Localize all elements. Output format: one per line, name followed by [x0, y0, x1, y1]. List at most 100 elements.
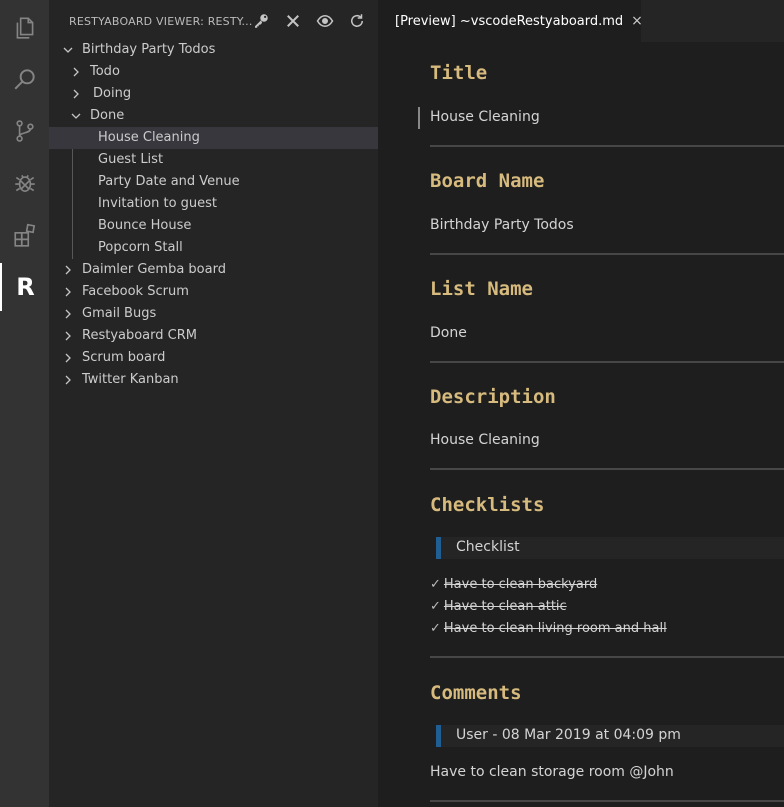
tree-item-daimler-gemba-board[interactable]: Daimler Gemba board [49, 259, 378, 281]
comments-heading: Comments [430, 682, 522, 704]
tree-item-label: Birthday Party Todos [82, 42, 216, 57]
comment-text: Have to clean storage room @John [430, 764, 674, 780]
chevron-down-icon [71, 113, 81, 119]
checklist-title-block: Checklist [436, 537, 784, 559]
chevron-right-icon [65, 331, 71, 341]
tree-item-done[interactable]: Done [49, 105, 378, 127]
board-name-value: Birthday Party Todos [430, 217, 574, 233]
tree-item-todo[interactable]: Todo [49, 61, 378, 83]
tab-bar: [Preview] ~vscodeRestyaboard.md × [378, 0, 784, 42]
chevron-right-icon [73, 67, 79, 77]
tree-item-house-cleaning[interactable]: House Cleaning [49, 127, 378, 149]
tree-item-label: Invitation to guest [98, 196, 218, 211]
refresh-icon [351, 14, 363, 27]
check-icon: ✓ [430, 621, 441, 636]
checklists-heading: Checklists [430, 494, 545, 516]
files-icon [16, 17, 33, 39]
debug-button[interactable] [0, 159, 49, 207]
key-button[interactable] [245, 10, 277, 32]
tree-item-scrum-board[interactable]: Scrum board [49, 347, 378, 369]
extensions-icon [13, 223, 35, 247]
board-tree: Birthday Party Todos Todo Doing Done Hou… [49, 39, 378, 391]
tree-item-label: Twitter Kanban [82, 372, 179, 387]
selection-marker [418, 107, 420, 129]
search-button[interactable] [0, 55, 49, 103]
check-icon: ✓ [430, 577, 441, 592]
view-button[interactable] [309, 10, 341, 32]
description-value: House Cleaning [430, 432, 540, 448]
sidebar-title: RESTYABOARD VIEWER: RESTY... [69, 14, 253, 28]
checklist-item-text: Have to clean living room and hall [443, 621, 667, 636]
chevron-right-icon [73, 89, 79, 99]
editor: [Preview] ~vscodeRestyaboard.md × Title … [378, 0, 784, 807]
description-heading: Description [430, 386, 556, 408]
eye-icon [316, 14, 334, 28]
extensions-button[interactable] [0, 211, 49, 259]
list-name-heading: List Name [430, 278, 533, 300]
list-name-value: Done [430, 325, 467, 341]
tree-item-label: Bounce House [98, 218, 192, 233]
tree-item-label: Scrum board [82, 350, 166, 365]
title-value: House Cleaning [430, 109, 540, 125]
checklist-item-text: Have to clean backyard [443, 577, 598, 592]
comment-author: User - 08 Mar 2019 at 04:09 pm [456, 727, 681, 743]
restyaboard-icon: R [16, 273, 35, 301]
chevron-down-icon [63, 47, 73, 53]
debug-icon [14, 174, 35, 192]
comment-author-block: User - 08 Mar 2019 at 04:09 pm [436, 725, 784, 747]
chevron-right-icon [65, 287, 71, 297]
explorer-button[interactable] [0, 4, 49, 52]
tree-item-birthday-party-todos[interactable]: Birthday Party Todos [49, 39, 378, 61]
divider [430, 800, 784, 802]
checklist-item-text: Have to clean attic [443, 599, 567, 614]
chevron-right-icon [65, 353, 71, 363]
check-icon: ✓ [430, 599, 441, 614]
tree-item-gmail-bugs[interactable]: Gmail Bugs [49, 303, 378, 325]
divider [430, 253, 784, 255]
tree-item-label: Restyaboard CRM [82, 328, 197, 343]
tab-label: [Preview] ~vscodeRestyaboard.md [395, 13, 624, 29]
tree-item-label: Gmail Bugs [82, 306, 157, 321]
tree-item-label: Facebook Scrum [82, 284, 189, 299]
divider [430, 361, 784, 363]
divider [430, 468, 784, 470]
tree-item-label: Popcorn Stall [98, 240, 183, 255]
divider [430, 145, 784, 147]
sidebar: RESTYABOARD VIEWER: RESTY... Birthday Pa… [49, 0, 378, 807]
tree-item-invitation-to-guest[interactable]: Invitation to guest [49, 193, 378, 215]
board-name-heading: Board Name [430, 170, 545, 192]
refresh-button[interactable] [341, 10, 373, 32]
tree-item-label: Done [90, 108, 125, 123]
tree-item-label: Daimler Gemba board [82, 262, 226, 277]
tree-item-twitter-kanban[interactable]: Twitter Kanban [49, 369, 378, 391]
title-heading: Title [430, 62, 488, 84]
tab-preview[interactable]: [Preview] ~vscodeRestyaboard.md × [378, 0, 643, 42]
tree-item-label: Doing [93, 86, 132, 101]
tree-item-guest-list[interactable]: Guest List [49, 149, 378, 171]
tree-item-label: Party Date and Venue [98, 174, 240, 189]
sidebar-header: RESTYABOARD VIEWER: RESTY... [49, 0, 378, 42]
tree-item-facebook-scrum[interactable]: Facebook Scrum [49, 281, 378, 303]
tree-item-label: House Cleaning [98, 130, 200, 145]
close-icon [287, 15, 299, 27]
tree-item-doing[interactable]: Doing [49, 83, 378, 105]
divider [430, 656, 784, 658]
tree-item-popcorn-stall[interactable]: Popcorn Stall [49, 237, 378, 259]
restyaboard-button[interactable]: R [0, 263, 49, 311]
tree-item-party-date-and-venue[interactable]: Party Date and Venue [49, 171, 378, 193]
chevron-right-icon [65, 309, 71, 319]
close-button[interactable] [277, 10, 309, 32]
chevron-right-icon [65, 265, 71, 275]
checklist-title: Checklist [456, 539, 520, 555]
activity-bar: R [0, 0, 49, 807]
tree-item-restyaboard-crm[interactable]: Restyaboard CRM [49, 325, 378, 347]
key-icon [255, 14, 268, 28]
chevron-right-icon [65, 375, 71, 385]
close-icon[interactable]: × [631, 13, 643, 29]
tree-item-bounce-house[interactable]: Bounce House [49, 215, 378, 237]
sidebar-actions [245, 10, 373, 32]
tree-item-label: Guest List [98, 152, 164, 167]
checklist-item: ✓ Have to clean living room and hall [430, 621, 667, 636]
search-icon [14, 69, 35, 90]
source-control-button[interactable] [0, 107, 49, 155]
